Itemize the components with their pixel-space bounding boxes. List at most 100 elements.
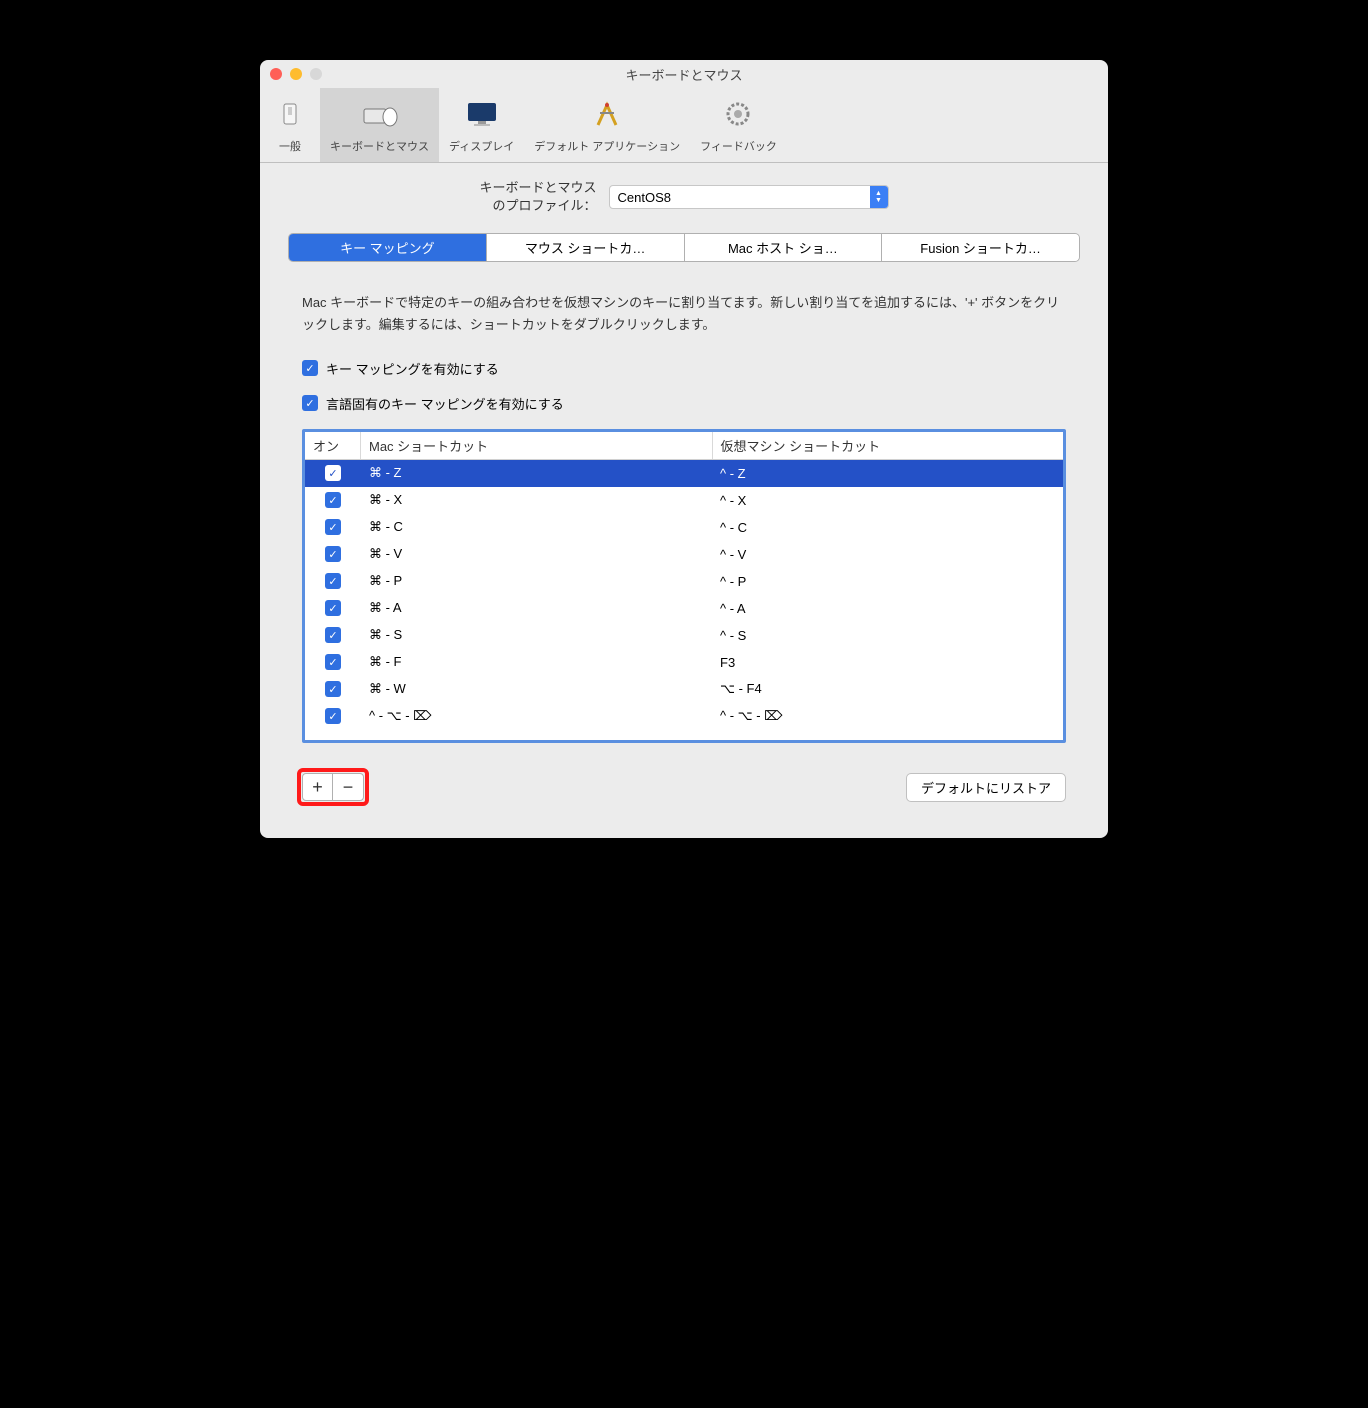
titlebar: キーボードとマウス: [260, 60, 1108, 88]
toolbar-label: デフォルト アプリケーション: [534, 138, 680, 154]
checkbox-checked-icon[interactable]: ✓: [325, 573, 341, 589]
row-mac-shortcut: ⌘ - V: [361, 546, 712, 562]
checkbox-checked-icon[interactable]: ✓: [302, 395, 318, 411]
row-mac-shortcut: ⌘ - S: [361, 627, 712, 643]
row-vm-shortcut: ^ - P: [712, 574, 1063, 589]
enable-mapping-label: キー マッピングを有効にする: [326, 359, 499, 378]
apps-icon: [587, 94, 627, 134]
row-mac-shortcut: ^ - ⌥ - ⌦: [361, 708, 712, 724]
table-row[interactable]: ✓ ⌘ - V^ - V: [305, 541, 1063, 568]
mouse-icon: [360, 94, 400, 134]
toolbar-display[interactable]: ディスプレイ: [439, 88, 524, 162]
traffic-lights: [270, 68, 322, 80]
mapping-table: オン Mac ショートカット 仮想マシン ショートカット ✓ ⌘ - Z^ - Z…: [302, 429, 1066, 743]
checkbox-checked-icon[interactable]: ✓: [325, 492, 341, 508]
row-on: ✓: [305, 654, 361, 670]
row-mac-shortcut: ⌘ - A: [361, 600, 712, 616]
remove-button[interactable]: −: [333, 774, 363, 800]
toolbar-label: ディスプレイ: [449, 138, 514, 154]
table-row[interactable]: ✓ ^ - ⌥ - ⌦^ - ⌥ - ⌦: [305, 703, 1063, 730]
description-text: Mac キーボードで特定のキーの組み合わせを仮想マシンのキーに割り当てます。新し…: [302, 292, 1066, 336]
table-row[interactable]: ✓ ⌘ - FF3: [305, 649, 1063, 676]
row-vm-shortcut: ^ - A: [712, 601, 1063, 616]
checkbox-checked-icon[interactable]: ✓: [325, 600, 341, 616]
table-row[interactable]: ✓ ⌘ - A^ - A: [305, 595, 1063, 622]
add-remove-group: + −: [302, 773, 364, 801]
tab-fusion-shortcuts[interactable]: Fusion ショートカ…: [882, 234, 1079, 261]
maximize-button[interactable]: [310, 68, 322, 80]
row-vm-shortcut: ^ - S: [712, 628, 1063, 643]
toolbar-keyboard-mouse[interactable]: キーボードとマウス: [320, 88, 439, 162]
toolbar-label: フィードバック: [700, 138, 777, 154]
row-on: ✓: [305, 465, 361, 481]
toolbar-label: 一般: [279, 138, 301, 154]
add-button[interactable]: +: [303, 774, 333, 800]
row-on: ✓: [305, 681, 361, 697]
row-vm-shortcut: ⌥ - F4: [712, 681, 1063, 697]
table-header: オン Mac ショートカット 仮想マシン ショートカット: [305, 432, 1063, 460]
enable-lang-row[interactable]: ✓ 言語固有のキー マッピングを有効にする: [302, 394, 1066, 413]
row-on: ✓: [305, 573, 361, 589]
restore-defaults-button[interactable]: デフォルトにリストア: [906, 773, 1066, 802]
row-vm-shortcut: ^ - V: [712, 547, 1063, 562]
row-vm-shortcut: ^ - Z: [712, 466, 1063, 481]
tabbar: キー マッピング マウス ショートカ… Mac ホスト ショ… Fusion シ…: [288, 233, 1080, 262]
gear-icon: [718, 94, 758, 134]
checkbox-checked-icon[interactable]: ✓: [325, 519, 341, 535]
header-vm[interactable]: 仮想マシン ショートカット: [713, 432, 1064, 459]
row-mac-shortcut: ⌘ - P: [361, 573, 712, 589]
row-mac-shortcut: ⌘ - F: [361, 654, 712, 670]
header-on[interactable]: オン: [305, 432, 361, 459]
row-vm-shortcut: ^ - C: [712, 520, 1063, 535]
table-row[interactable]: ✓ ⌘ - S^ - S: [305, 622, 1063, 649]
checkbox-checked-icon[interactable]: ✓: [325, 465, 341, 481]
profile-row: キーボードとマウスのプロファイル： CentOS8 ▲▼: [260, 163, 1108, 225]
row-mac-shortcut: ⌘ - Z: [361, 465, 712, 481]
checkbox-checked-icon[interactable]: ✓: [325, 546, 341, 562]
row-mac-shortcut: ⌘ - C: [361, 519, 712, 535]
row-on: ✓: [305, 519, 361, 535]
profile-value: CentOS8: [618, 190, 671, 205]
row-on: ✓: [305, 627, 361, 643]
checkbox-checked-icon[interactable]: ✓: [325, 708, 341, 724]
toolbar-default-apps[interactable]: デフォルト アプリケーション: [524, 88, 690, 162]
chevron-updown-icon: ▲▼: [870, 186, 888, 208]
row-vm-shortcut: ^ - ⌥ - ⌦: [712, 708, 1063, 724]
table-row[interactable]: ✓ ⌘ - W⌥ - F4: [305, 676, 1063, 703]
checkbox-checked-icon[interactable]: ✓: [325, 681, 341, 697]
table-row[interactable]: ✓⌘ - X^ - X: [305, 487, 1063, 514]
toolbar: 一般 キーボードとマウス ディスプレイ デフォルト アプリケーション フィードバ…: [260, 88, 1108, 163]
row-on: ✓: [305, 546, 361, 562]
table-body: ✓⌘ - Z^ - Z✓⌘ - X^ - X✓⌘ - C^ - C✓⌘ - V^…: [305, 460, 1063, 740]
checkbox-checked-icon[interactable]: ✓: [325, 627, 341, 643]
tab-mac-host[interactable]: Mac ホスト ショ…: [685, 234, 883, 261]
table-row[interactable]: ✓ ⌘ - P^ - P: [305, 568, 1063, 595]
enable-lang-label: 言語固有のキー マッピングを有効にする: [326, 394, 564, 413]
table-row[interactable]: ✓ ⌘ - Z^ - Z: [305, 460, 1063, 487]
tab-mouse-shortcuts[interactable]: マウス ショートカ…: [487, 234, 685, 261]
toolbar-general[interactable]: 一般: [260, 88, 320, 162]
profile-select[interactable]: CentOS8 ▲▼: [609, 185, 889, 209]
footer: + − デフォルトにリストア: [260, 743, 1108, 838]
window-title: キーボードとマウス: [260, 65, 1108, 84]
row-on: ✓: [305, 708, 361, 724]
checkbox-checked-icon[interactable]: ✓: [325, 654, 341, 670]
header-mac[interactable]: Mac ショートカット: [361, 432, 713, 459]
row-mac-shortcut: ⌘ - X: [361, 492, 712, 508]
toolbar-label: キーボードとマウス: [330, 138, 429, 154]
add-button-highlight: + −: [297, 768, 369, 806]
checkbox-checked-icon[interactable]: ✓: [302, 360, 318, 376]
row-on: ✓: [305, 492, 361, 508]
table-row[interactable]: ✓ ⌘ - C^ - C: [305, 514, 1063, 541]
tab-key-mapping[interactable]: キー マッピング: [289, 234, 487, 261]
row-on: ✓: [305, 600, 361, 616]
row-mac-shortcut: ⌘ - W: [361, 681, 712, 697]
toolbar-feedback[interactable]: フィードバック: [690, 88, 787, 162]
display-icon: [462, 94, 502, 134]
preferences-window: キーボードとマウス 一般 キーボードとマウス ディスプレイ デフォルト アプリケ…: [260, 60, 1108, 838]
profile-label: キーボードとマウスのプロファイル：: [479, 179, 596, 215]
close-button[interactable]: [270, 68, 282, 80]
minimize-button[interactable]: [290, 68, 302, 80]
row-vm-shortcut: F3: [712, 655, 1063, 670]
enable-mapping-row[interactable]: ✓ キー マッピングを有効にする: [302, 359, 1066, 378]
